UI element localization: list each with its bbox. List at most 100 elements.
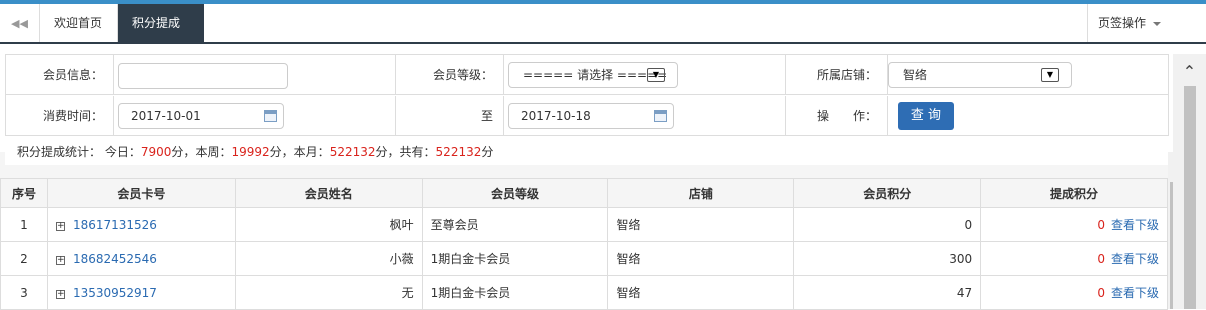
- view-subordinates-link[interactable]: 查看下级: [1111, 252, 1159, 266]
- view-subordinates-link[interactable]: 查看下级: [1111, 286, 1159, 300]
- query-button[interactable]: 查 询: [898, 102, 954, 130]
- stats-sep: ，: [183, 145, 196, 159]
- row-commission-cell: 0 查看下级: [980, 207, 1168, 242]
- row-points: 47: [793, 275, 982, 310]
- date-to-cell: 2017-10-18: [504, 96, 786, 136]
- view-subordinates-link[interactable]: 查看下级: [1111, 218, 1159, 232]
- commission-value: 0: [1097, 218, 1105, 232]
- member-level-select[interactable]: ===== 请选择 ===== ▼: [508, 62, 678, 88]
- row-points: 300: [793, 241, 982, 276]
- row-name: 小薇: [234, 241, 423, 276]
- store-cell: 智络 ▼: [888, 55, 1168, 95]
- page-scrollbar-thumb[interactable]: [1184, 86, 1196, 309]
- row-commission-cell: 0 查看下级: [980, 241, 1168, 276]
- page-scrollbar[interactable]: ⌃: [1173, 54, 1206, 309]
- stats-unit: 分: [375, 145, 388, 159]
- col-header-name[interactable]: 会员姓名: [234, 178, 423, 208]
- table-header-row: 序号 会员卡号 会员姓名 会员等级 店铺 会员积分 提成积分: [0, 178, 1168, 208]
- tab-active-label: 积分提成: [132, 16, 181, 30]
- chevron-up-icon[interactable]: ⌃: [1173, 62, 1206, 81]
- operation-label: 操 作：: [786, 96, 888, 136]
- tab-operations-dropdown[interactable]: 页签操作: [1087, 4, 1167, 42]
- member-card-link[interactable]: 13530952917: [73, 286, 157, 300]
- date-to-value: 2017-10-18: [521, 109, 591, 123]
- stats-today-label: 今日：: [104, 145, 141, 159]
- row-commission-cell: 0 查看下级: [980, 275, 1168, 310]
- row-points: 0: [793, 207, 982, 242]
- row-card-cell: +18682452546: [46, 241, 236, 276]
- col-header-store[interactable]: 店铺: [607, 178, 795, 208]
- date-from-value: 2017-10-01: [131, 109, 201, 123]
- member-info-cell: [114, 55, 396, 95]
- col-header-points[interactable]: 会员积分: [793, 178, 982, 208]
- tab-home[interactable]: 欢迎首页: [40, 4, 118, 42]
- row-no: 1: [0, 207, 48, 242]
- date-to-input[interactable]: 2017-10-18: [508, 103, 674, 129]
- row-name: 枫叶: [234, 207, 423, 242]
- search-form: 会员信息： 会员等级： ===== 请选择 ===== ▼ 所属店铺： 智络 ▼…: [5, 54, 1169, 136]
- row-level: 至尊会员: [421, 207, 609, 242]
- store-select[interactable]: 智络 ▼: [888, 62, 1072, 88]
- expand-icon[interactable]: +: [55, 221, 65, 231]
- member-level-value: ===== 请选择 =====: [523, 68, 668, 82]
- expand-icon[interactable]: +: [55, 255, 65, 265]
- row-no: 3: [0, 275, 48, 310]
- row-card-cell: +13530952917: [46, 275, 236, 310]
- date-from-cell: 2017-10-01: [114, 96, 396, 136]
- table-row: 1 +18617131526 枫叶 至尊会员 智络 0 0 查看下级: [0, 207, 1168, 242]
- stats-sep: ，: [281, 145, 294, 159]
- stats-unit: 分: [481, 145, 494, 159]
- member-info-label: 会员信息：: [6, 55, 114, 95]
- tab-home-label: 欢迎首页: [54, 16, 103, 30]
- member-level-cell: ===== 请选择 ===== ▼: [504, 55, 786, 95]
- commission-value: 0: [1097, 252, 1105, 266]
- commission-value: 0: [1097, 286, 1105, 300]
- consume-time-label: 消费时间：: [6, 96, 114, 136]
- row-store: 智络: [607, 207, 795, 242]
- stats-month-value: 522132: [329, 145, 376, 159]
- store-label: 所属店铺：: [786, 55, 888, 95]
- tab-scroll-left-button[interactable]: ◀◀: [0, 4, 40, 42]
- stats-unit: 分: [269, 145, 282, 159]
- member-table: 序号 会员卡号 会员姓名 会员等级 店铺 会员积分 提成积分 1 +186171…: [0, 178, 1168, 310]
- stats-unit: 分: [171, 145, 184, 159]
- col-header-card[interactable]: 会员卡号: [46, 178, 236, 208]
- form-row-2: 消费时间： 2017-10-01 至 2017-10-18 操 作： 查 询: [6, 96, 1168, 136]
- chevron-down-icon: ▼: [647, 68, 665, 82]
- row-level: 1期白金卡会员: [421, 275, 609, 310]
- row-level: 1期白金卡会员: [421, 241, 609, 276]
- stats-sep: ，: [387, 145, 400, 159]
- form-row-1: 会员信息： 会员等级： ===== 请选择 ===== ▼ 所属店铺： 智络 ▼: [6, 55, 1168, 95]
- member-card-link[interactable]: 18682452546: [73, 252, 157, 266]
- double-chevron-left-icon: ◀◀: [11, 16, 28, 30]
- stats-total-value: 522132: [435, 145, 482, 159]
- stats-week-label: 本周：: [195, 145, 232, 159]
- row-store: 智络: [607, 241, 795, 276]
- stats-week-value: 19992: [231, 145, 270, 159]
- date-from-input[interactable]: 2017-10-01: [118, 103, 284, 129]
- expand-icon[interactable]: +: [55, 289, 65, 299]
- calendar-icon[interactable]: [654, 110, 667, 122]
- row-name: 无: [234, 275, 423, 310]
- stats-bar: 积分提成统计： 今日：7900分，本周：19992分，本月：522132分，共有…: [5, 141, 1169, 165]
- calendar-icon[interactable]: [264, 110, 277, 122]
- table-row: 3 +13530952917 无 1期白金卡会员 智络 47 0 查看下级: [0, 275, 1168, 310]
- member-level-label: 会员等级：: [396, 55, 504, 95]
- row-no: 2: [0, 241, 48, 276]
- tab-bar: ◀◀ 欢迎首页 积分提成 ✖ 页签操作: [0, 4, 1206, 68]
- stats-label: 积分提成统计：: [17, 145, 102, 159]
- member-card-link[interactable]: 18617131526: [73, 218, 157, 232]
- stats-month-label: 本月：: [293, 145, 330, 159]
- col-header-level[interactable]: 会员等级: [421, 178, 609, 208]
- member-info-input[interactable]: [118, 63, 288, 89]
- to-label: 至: [396, 96, 504, 136]
- caret-down-icon: [1152, 21, 1161, 26]
- stats-today-value: 7900: [140, 145, 172, 159]
- tab-operations-label: 页签操作: [1098, 16, 1147, 30]
- chevron-down-icon: ▼: [1041, 68, 1059, 82]
- col-header-commission[interactable]: 提成积分: [980, 178, 1168, 208]
- stats-total-label: 共有：: [399, 145, 436, 159]
- tab-points-commission[interactable]: 积分提成 ✖: [118, 4, 204, 68]
- row-store: 智络: [607, 275, 795, 310]
- col-header-no[interactable]: 序号: [0, 178, 48, 208]
